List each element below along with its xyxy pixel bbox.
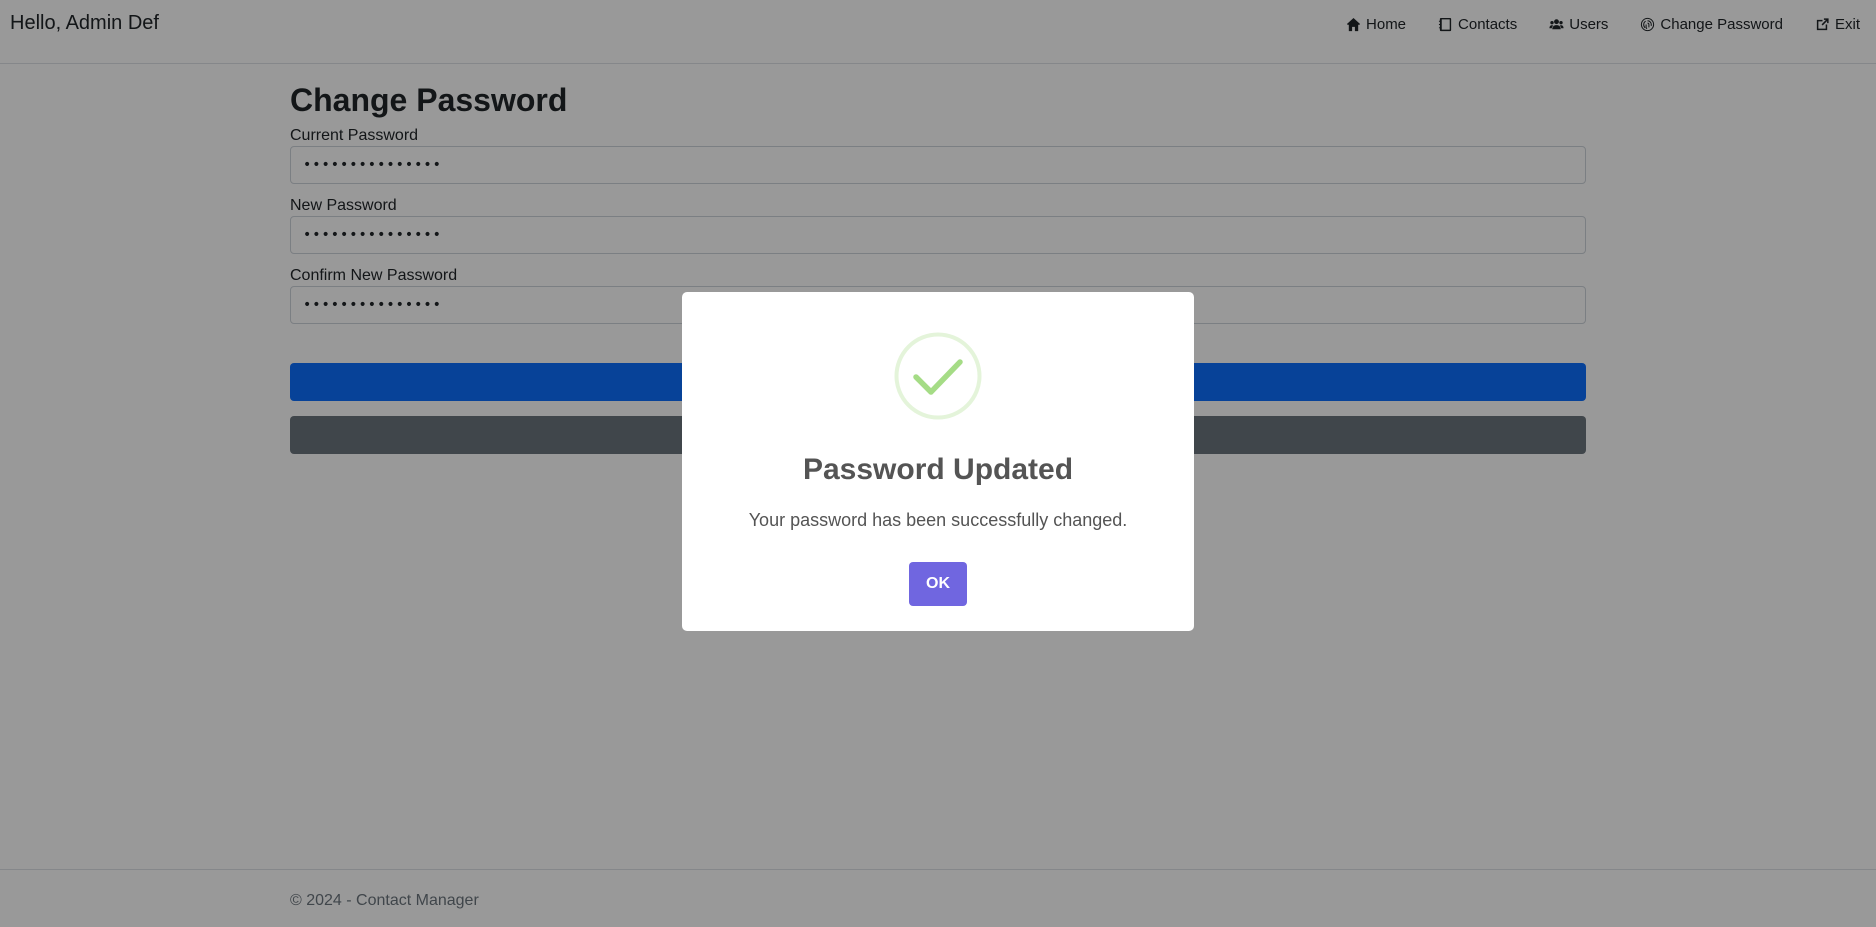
- dialog-title: Password Updated: [802, 453, 1074, 486]
- success-dialog: Password Updated Your password has been …: [682, 292, 1194, 631]
- ok-button[interactable]: OK: [909, 562, 967, 606]
- success-check-icon: [894, 332, 982, 420]
- dialog-message: Your password has been successfully chan…: [748, 510, 1128, 530]
